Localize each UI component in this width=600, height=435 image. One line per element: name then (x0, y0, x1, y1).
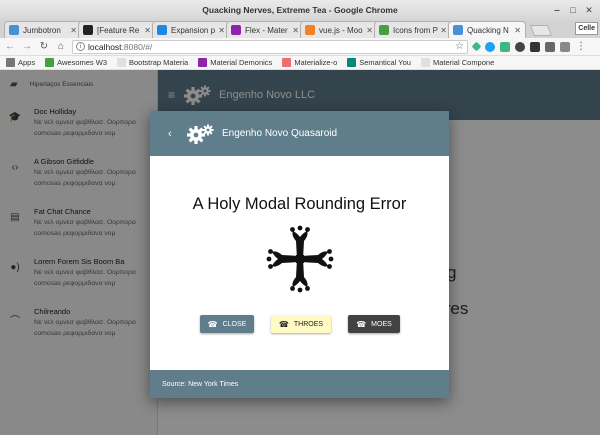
tab-close-icon[interactable]: ✕ (514, 26, 521, 35)
tab-close-icon[interactable]: ✕ (366, 26, 373, 35)
gears-logo-icon (187, 124, 214, 144)
modal-footer: Source: New York Times (150, 370, 449, 398)
call-end-icon: ☎ (207, 319, 218, 329)
bookmark-favicon-icon (282, 58, 292, 67)
modal-header-title: Engenho Novo Quasaroid (222, 128, 338, 139)
browser-tab[interactable]: Jumbotron ✕ (4, 21, 82, 38)
bookmark-item[interactable]: Bootstrap Materia (117, 58, 188, 67)
bookmark-item[interactable]: Apps (6, 58, 35, 67)
reload-icon[interactable]: ↻ (38, 41, 50, 53)
modal-body: A Holy Modal Rounding Error ☎ CLOSE ☎ TH… (150, 156, 449, 370)
back-chevron-icon[interactable]: ‹ (168, 128, 178, 140)
browser-tab[interactable]: Flex - Mater ✕ (226, 21, 304, 38)
window-title: Quacking Nerves, Extreme Tea - Google Ch… (202, 5, 398, 15)
browser-tab-active[interactable]: Quacking N ✕ (448, 21, 526, 38)
tab-favicon-icon (83, 25, 93, 35)
url-text: localhost:8080/#/ (88, 41, 153, 52)
bookmarks-bar: Apps Awesomes W3 Bootstrap Materia Mater… (0, 56, 600, 70)
vue-devtools-icon[interactable] (471, 41, 482, 52)
info-icon[interactable]: i (76, 42, 85, 51)
twitter-icon[interactable] (485, 41, 495, 52)
browser-tab[interactable]: [Feature Re ✕ (78, 21, 156, 38)
tab-favicon-icon (157, 25, 167, 35)
star-icon[interactable]: ☆ (455, 41, 464, 52)
tab-close-icon[interactable]: ✕ (218, 26, 225, 35)
browser-tab[interactable]: Expansion p ✕ (152, 21, 230, 38)
modal-title: A Holy Modal Rounding Error (192, 195, 407, 213)
bookmark-favicon-icon (420, 58, 430, 67)
tab-favicon-icon (453, 25, 463, 35)
window-titlebar: Quacking Nerves, Extreme Tea - Google Ch… (0, 0, 600, 20)
throes-button[interactable]: ☎ THROES (271, 315, 331, 333)
bookmark-favicon-icon (198, 58, 208, 67)
occitan-cross-icon (266, 225, 334, 293)
bookmark-favicon-icon (117, 58, 126, 67)
box-extension-icon[interactable] (545, 41, 555, 52)
moes-button[interactable]: ☎ MOES (348, 315, 400, 333)
address-bar[interactable]: i localhost:8080/#/ ☆ (72, 39, 468, 54)
vue-icon[interactable] (500, 41, 510, 52)
minimize-icon[interactable]: ‒ (552, 5, 562, 15)
back-arrow-icon[interactable]: ← (4, 41, 16, 53)
apps-grid-icon (6, 58, 15, 67)
bookmark-item[interactable]: Material Compone (420, 58, 494, 67)
profile-button[interactable]: Celle (575, 22, 598, 35)
modal-header: ‹ Engenho Novo Quasaroid (150, 111, 449, 156)
tab-strip: Jumbotron ✕ [Feature Re ✕ Expansion p ✕ Fle… (0, 20, 600, 38)
bookmark-favicon-icon (347, 58, 357, 67)
modal-dialog: ‹ Engenho Novo Quasaroid A Holy Modal Ro… (150, 111, 449, 398)
close-button[interactable]: ☎ CLOSE (200, 315, 254, 333)
extension-gear-icon[interactable] (515, 41, 525, 52)
tab-close-icon[interactable]: ✕ (144, 26, 151, 35)
tab-favicon-icon (9, 25, 19, 35)
close-window-icon[interactable]: ✕ (584, 5, 594, 15)
tab-favicon-icon (231, 25, 241, 35)
call-end-icon: ☎ (356, 319, 367, 329)
forward-arrow-icon[interactable]: → (21, 41, 33, 53)
bookmark-item[interactable]: Semantical You (347, 58, 411, 67)
tab-close-icon[interactable]: ✕ (440, 26, 447, 35)
tab-close-icon[interactable]: ✕ (292, 26, 299, 35)
bookmark-item[interactable]: Awesomes W3 (45, 58, 107, 67)
bookmark-item[interactable]: Materialize-o (282, 58, 337, 67)
call-end-icon: ☎ (278, 319, 289, 329)
tab-close-icon[interactable]: ✕ (70, 26, 77, 35)
new-tab-button[interactable] (529, 25, 553, 36)
page-viewport: ▰ Hiperlaços Essenciais 🎓 Doc Holliday Νε… (0, 70, 600, 435)
tab-favicon-icon (379, 25, 389, 35)
browser-tab[interactable]: vue.js - Moo ✕ (300, 21, 378, 38)
tab-favicon-icon (305, 25, 315, 35)
maximize-icon[interactable]: □ (568, 5, 578, 15)
bookmark-item[interactable]: Material Demonics (198, 58, 272, 67)
menu-dots-icon[interactable]: ⋮ (575, 41, 587, 53)
dev-extension-icon[interactable] (530, 41, 540, 52)
bookmark-favicon-icon (45, 58, 55, 67)
browser-tab[interactable]: Icons from P ✕ (374, 21, 452, 38)
mail-extension-icon[interactable] (560, 41, 570, 52)
home-icon[interactable]: ⌂ (55, 41, 67, 53)
browser-toolbar: ← → ↻ ⌂ i localhost:8080/#/ ☆ ⋮ (0, 38, 600, 56)
